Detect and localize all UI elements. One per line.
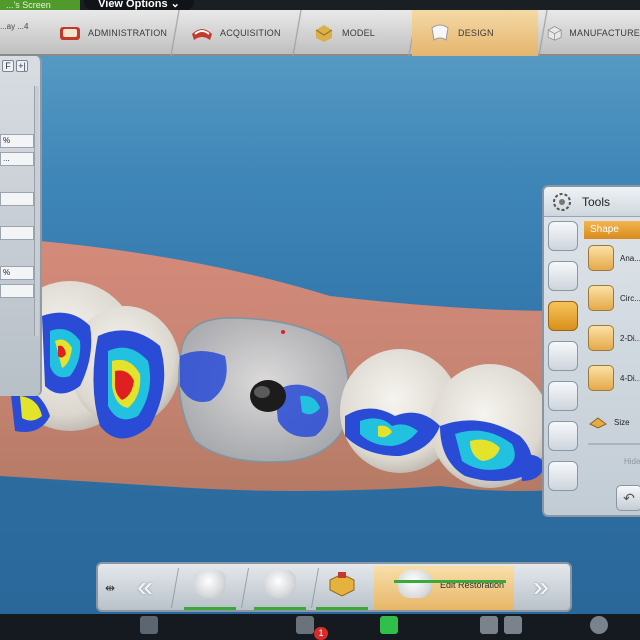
tool-category-1[interactable] — [548, 221, 578, 251]
left-parameter-panel: F +| % ... % — [0, 56, 42, 396]
workflow-separator — [168, 10, 182, 56]
anatomic-icon — [588, 245, 614, 271]
tool-label: 2-Di... — [620, 333, 640, 343]
share-icon[interactable] — [380, 616, 398, 634]
parameter-field[interactable]: % — [0, 134, 34, 148]
tool-category-2[interactable] — [548, 261, 578, 291]
tool-category-shape[interactable] — [548, 301, 578, 331]
tools-header[interactable]: Tools — [544, 187, 640, 217]
workflow-bar: ...ay ...4 ADMINISTRATION ACQUISITION MO… — [0, 10, 640, 56]
workflow-step-administration[interactable]: ADMINISTRATION — [50, 10, 168, 56]
step-separator — [170, 568, 180, 608]
workflow-step-model[interactable]: MODEL — [304, 10, 406, 56]
model-icon — [315, 25, 333, 42]
view-options-button[interactable]: View Options ⌄ — [84, 0, 194, 10]
step-complete-bar — [184, 607, 236, 610]
tool-label: 4-Di... — [620, 373, 640, 383]
workflow-step-label: MODEL — [342, 28, 376, 38]
manufacture-icon — [547, 26, 562, 41]
taskbar-icon[interactable] — [480, 616, 498, 634]
previous-step-button[interactable]: « — [122, 570, 168, 606]
add-icon[interactable] — [590, 616, 608, 634]
workflow-step-acquisition[interactable]: ACQUISITION — [182, 10, 290, 56]
size-icon — [589, 417, 607, 429]
workflow-separator — [290, 10, 304, 56]
acquisition-icon — [192, 29, 212, 40]
pin-icon[interactable]: ⇹ — [100, 570, 120, 606]
panel-button-b[interactable]: +| — [16, 60, 28, 72]
tool-label: Ana... — [620, 253, 640, 263]
parameter-field[interactable] — [0, 284, 34, 298]
tools-dial-icon — [553, 192, 571, 211]
design-step-edit-restoration[interactable]: Edit Restoration — [374, 566, 514, 610]
screw-access-hole — [250, 380, 286, 412]
shape-section-header: Shape — [584, 221, 640, 239]
notification-badge: 1 — [314, 627, 328, 640]
tool-size[interactable]: Size — [588, 407, 640, 437]
chat-icon[interactable] — [296, 616, 314, 634]
workflow-step-label: DESIGN — [458, 28, 494, 38]
workflow-step-design[interactable]: DESIGN — [412, 10, 538, 56]
workflow-step-label: ADMINISTRATION — [88, 28, 168, 38]
panel-button-a[interactable]: F — [2, 60, 14, 72]
step-progress-bar — [394, 580, 506, 583]
parameter-field[interactable]: % — [0, 266, 34, 280]
tool-category-5[interactable] — [548, 381, 578, 411]
taskbar-icon[interactable] — [140, 616, 158, 634]
workflow-step-label: MANUFACTURE — [569, 28, 640, 38]
4d-icon — [588, 365, 614, 391]
tool-category-6[interactable] — [548, 421, 578, 451]
design-step-1[interactable] — [180, 566, 238, 610]
undo-button[interactable]: ↶ — [616, 485, 640, 511]
cerec-app-window: ...'s Screen View Options ⌄ ...ay ...4 A… — [0, 0, 640, 640]
parameter-field[interactable]: ... — [0, 152, 34, 166]
tooth-step-icon — [264, 570, 296, 598]
tools-category-column — [544, 217, 584, 517]
case-info: ...ay ...4 — [0, 22, 29, 31]
tool-4d[interactable]: 4-Di... — [588, 363, 640, 393]
gold-crown-step-icon — [329, 572, 355, 597]
tool-2d[interactable]: 2-Di... — [588, 323, 640, 353]
taskbar-icon[interactable] — [504, 616, 522, 634]
2d-icon — [588, 325, 614, 351]
tool-label: Circ... — [620, 293, 640, 303]
design-tooth-icon — [431, 24, 449, 41]
parameter-field[interactable] — [0, 226, 34, 240]
tools-title: Tools — [582, 194, 611, 209]
step-complete-bar — [254, 607, 306, 610]
tooth-step-icon — [398, 570, 432, 598]
panel-scrollbar[interactable] — [34, 86, 39, 336]
hide-toggle[interactable]: Hide — [624, 457, 640, 466]
design-step-2[interactable] — [250, 566, 308, 610]
tool-category-7[interactable] — [548, 461, 578, 491]
next-step-button[interactable]: » — [518, 570, 564, 606]
tool-anatomic[interactable]: Ana... — [588, 243, 640, 273]
administration-icon — [60, 27, 80, 40]
design-step-bar: ⇹ « Edit Restoration » — [96, 562, 572, 612]
tool-category-4[interactable] — [548, 341, 578, 371]
tools-divider — [588, 443, 640, 445]
step-complete-bar — [316, 607, 368, 610]
workflow-step-manufacture[interactable]: MANUFACTURE — [546, 10, 640, 56]
tooth-step-icon — [194, 570, 226, 598]
step-separator — [240, 568, 250, 608]
tools-panel: Tools Shape Ana... Circ... 2-Di... 4-Di.… — [542, 185, 640, 517]
screen-share-tab[interactable]: ...'s Screen — [0, 0, 80, 10]
tool-circular[interactable]: Circ... — [588, 283, 640, 313]
circular-icon — [588, 285, 614, 311]
workflow-step-label: ACQUISITION — [220, 28, 281, 38]
tool-label: Size — [614, 417, 630, 427]
design-step-3[interactable] — [312, 566, 370, 610]
parameter-field[interactable] — [0, 192, 34, 206]
cursor-marker — [281, 330, 285, 334]
